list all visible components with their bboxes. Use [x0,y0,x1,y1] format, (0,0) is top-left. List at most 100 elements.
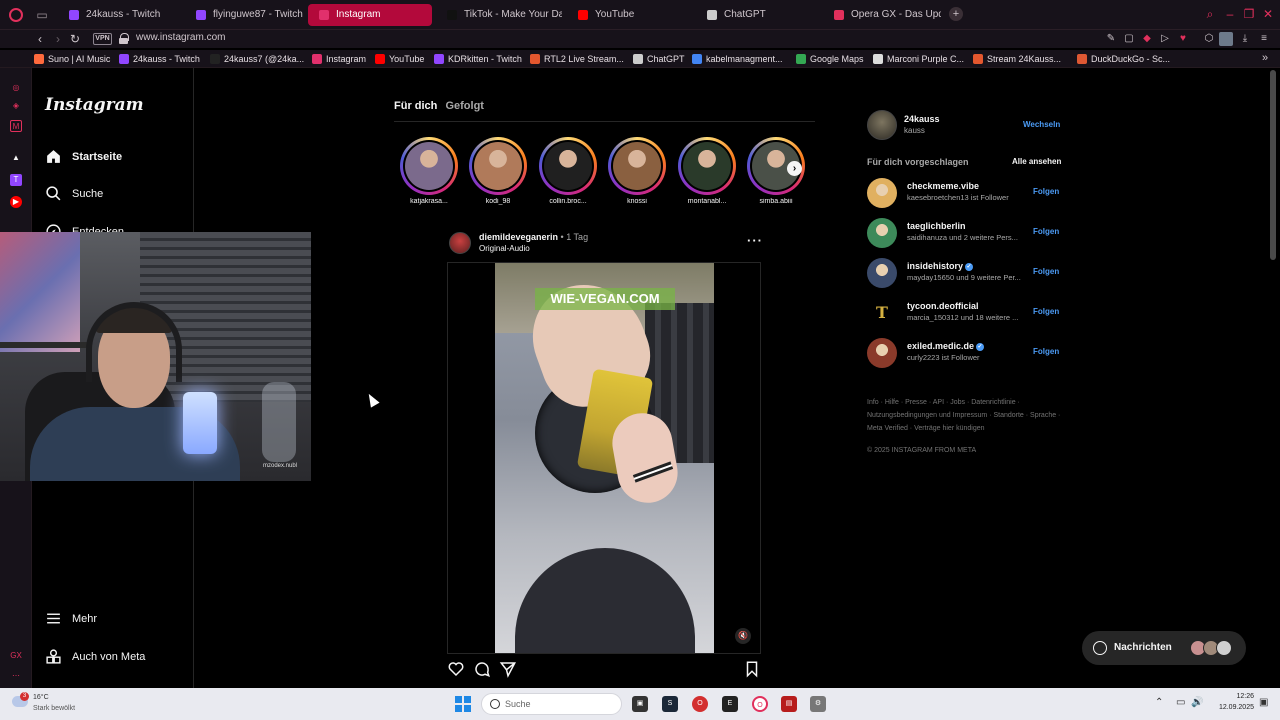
scrollbar-thumb[interactable] [1270,70,1276,260]
reload-button[interactable]: ↻ [67,31,83,47]
post-video[interactable]: WIE-VEGAN.COM 🔇 [447,262,761,654]
browser-tab[interactable]: TikTok - Make Your Day [436,4,562,26]
snapshot-icon[interactable]: ▢ [1122,32,1136,46]
heart-icon[interactable]: ♥ [1176,32,1190,46]
opera-gx-icon[interactable]: O [692,696,708,712]
bookmark-icon[interactable] [743,660,761,678]
story-item[interactable]: montanabl... [678,137,736,207]
suggestion-username[interactable]: checkmeme.vibe [907,181,979,191]
workspace-icon[interactable]: ▭ [34,7,50,23]
bookmark-item[interactable]: Google Maps [796,52,864,66]
follow-button[interactable]: Folgen [1033,347,1059,356]
messages-button[interactable]: Nachrichten [1082,631,1246,665]
tab-following[interactable]: Gefolgt [445,100,484,112]
tab-search-icon[interactable]: ⌕ [1203,7,1217,21]
nav-more[interactable]: Mehr [45,607,97,631]
close-window-button[interactable]: ✕ [1261,7,1275,21]
windows-start-button[interactable] [455,696,471,712]
nav-search[interactable]: Suche [45,182,103,206]
gx-control-icon[interactable]: ◎ [10,82,22,94]
suggestion-username[interactable]: tycoon.deofficial [907,301,979,311]
stories-next-button[interactable]: › [787,161,802,176]
mute-toggle-icon[interactable]: 🔇 [735,628,751,644]
follow-button[interactable]: Folgen [1033,227,1059,236]
post-avatar[interactable] [449,232,471,254]
pin-icon[interactable]: ✎ [1104,32,1118,46]
story-item[interactable]: collin.broc... [539,137,597,207]
my-avatar[interactable] [867,110,897,140]
steam-icon[interactable]: S [662,696,678,712]
back-button[interactable]: ‹ [32,31,48,47]
bookmark-item[interactable]: ChatGPT [633,52,685,66]
settings-icon[interactable]: ⚙ [810,696,826,712]
browser-tab[interactable]: YouTube [567,4,691,26]
bookmark-item[interactable]: Stream 24Kauss... [973,52,1061,66]
bookmark-item[interactable]: DuckDuckGo - Sc... [1077,52,1170,66]
new-tab-button[interactable]: + [949,7,963,21]
bookmark-item[interactable]: Marconi Purple C... [873,52,964,66]
follow-button[interactable]: Folgen [1033,307,1059,316]
browser-tab[interactable]: ChatGPT [696,4,820,26]
comment-icon[interactable] [473,660,491,678]
browser-tab[interactable]: Opera GX - Das Update is... [823,4,941,26]
bookmark-item[interactable]: KDRkitten - Twitch [434,52,522,66]
clock-date[interactable]: 12.09.2025 [1208,704,1254,711]
story-item[interactable]: knossi [608,137,666,207]
app-icon[interactable]: ▤ [781,696,797,712]
forward-button[interactable]: › [50,31,66,47]
share-icon[interactable] [499,660,517,678]
post-options-icon[interactable]: ··· [747,233,763,248]
network-icon[interactable]: ▭ [1176,697,1185,708]
nav-home[interactable]: Startseite [45,145,122,169]
pocket-icon[interactable]: ◆ [1140,32,1154,46]
bookmarks-more-icon[interactable]: » [1262,52,1268,64]
nav-meta[interactable]: Auch von Meta [45,645,145,669]
post-audio[interactable]: Original-Audio [479,244,530,253]
bookmark-item[interactable]: 24kauss7 (@24ka... [210,52,304,66]
profile-avatar[interactable] [1219,32,1233,46]
suggestion-username[interactable]: insidehistory ✓ [907,261,974,271]
extensions-icon[interactable]: ⬡ [1202,32,1216,46]
download-icon[interactable]: ⤓ [1238,32,1252,46]
page-scrollbar[interactable] [1270,70,1276,686]
play-icon[interactable]: ▷ [1158,32,1172,46]
notifications-icon[interactable]: ▣ [1259,697,1268,708]
follow-button[interactable]: Folgen [1033,187,1059,196]
file-explorer-icon[interactable]: ▣ [632,696,648,712]
follow-button[interactable]: Folgen [1033,267,1059,276]
bookmark-item[interactable]: kabelmanagment... [692,52,783,66]
my-username[interactable]: 24kauss [904,114,940,124]
bookmark-item[interactable]: 24kauss - Twitch [119,52,200,66]
url-field[interactable]: www.instagram.com [136,32,225,43]
epic-games-icon[interactable]: E [722,696,738,712]
suggestion-username[interactable]: exiled.medic.de ✓ [907,341,985,351]
youtube-icon[interactable]: ▶ [10,196,22,208]
story-item[interactable]: kodi_98 [469,137,527,207]
tray-chevron-icon[interactable]: ⌃ [1155,697,1163,708]
tab-for-you[interactable]: Für dich [394,100,437,112]
switch-account-button[interactable]: Wechseln [1023,120,1060,129]
suggestion-avatar[interactable]: T [867,298,897,328]
gx-mods-icon[interactable]: M [10,120,22,132]
opera-logo-icon[interactable] [9,8,23,22]
vpn-badge[interactable]: VPN [93,33,112,45]
instagram-logo[interactable]: Instagram [45,95,144,115]
bookmark-item[interactable]: RTL2 Live Stream... [530,52,624,66]
more-dots-icon[interactable]: ⋯ [10,670,22,682]
story-item[interactable]: katjakrasa... [400,137,458,207]
gx-logo-icon[interactable]: GX [10,650,22,662]
browser-tab[interactable]: flyinguwe87 - Twitch [185,4,303,26]
lock-icon[interactable] [119,33,129,44]
opera-icon[interactable]: O [752,696,768,712]
menu-icon[interactable]: ≡ [1257,32,1271,46]
browser-tab[interactable]: 24kauss - Twitch [58,4,180,26]
post-username[interactable]: diemildeveganerin [479,232,558,242]
footer-links[interactable]: Info · Hilfe · Presse · API · Jobs · Dat… [867,396,1067,435]
taskbar-search[interactable]: Suche [481,693,622,715]
bookmark-item[interactable]: Instagram [312,52,366,66]
suggestion-username[interactable]: taeglichberlin [907,221,966,231]
suggestion-avatar[interactable] [867,258,897,288]
suggestion-avatar[interactable] [867,338,897,368]
weather-temperature[interactable]: 16°C [33,694,49,701]
see-all-button[interactable]: Alle ansehen [1012,157,1061,166]
